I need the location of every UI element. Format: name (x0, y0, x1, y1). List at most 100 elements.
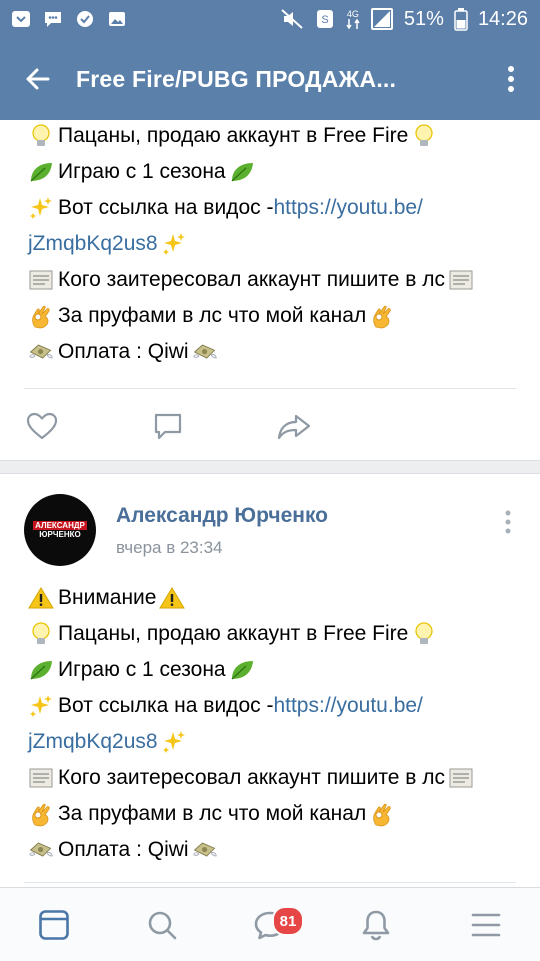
sim-icon (370, 7, 394, 31)
warning-emoji-icon (159, 585, 186, 611)
scroll-emoji-icon (448, 765, 474, 791)
post-line-text: Вот ссылка на видос - (58, 694, 274, 717)
post-line: Кого заитересовал аккаунт пишите в лс (28, 262, 474, 298)
post-line-text: Внимание (58, 586, 157, 609)
post-line: Играю с 1 сезона (28, 154, 474, 190)
money-emoji-icon (192, 837, 218, 863)
nav-news[interactable] (14, 888, 94, 961)
post-text: Внимание Пацаны, продаю аккаунт в Free Fi… (0, 580, 474, 868)
bottom-navigation: 81 (0, 887, 540, 961)
heart-icon (26, 412, 58, 440)
comment-button[interactable] (138, 394, 198, 458)
post-line: Оплата : Qiwi (28, 334, 474, 370)
signal-icon: 4G (346, 8, 360, 29)
bulb-emoji-icon (411, 123, 437, 149)
post-line-text: За пруфами в лс что мой канал (58, 802, 367, 825)
like-button[interactable] (12, 394, 72, 458)
avatar-logo-line2: ЮРЧЕНКО (39, 530, 81, 539)
svg-text:S: S (321, 14, 328, 26)
ok-hand-emoji-icon (369, 303, 395, 329)
post-date[interactable]: вчера в 23:34 (116, 538, 223, 558)
video-link[interactable]: https://youtu.be/ (273, 694, 422, 718)
more-vertical-icon (505, 510, 511, 534)
post-line-text: Играю с 1 сезона (58, 658, 226, 681)
battery-icon (454, 7, 468, 31)
post-actions (0, 394, 540, 458)
unread-badge: 81 (272, 906, 304, 936)
scroll-emoji-icon (28, 765, 54, 791)
bulb-emoji-icon (28, 621, 54, 647)
notifications-icon (362, 910, 390, 940)
post-line-text: Играю с 1 сезона (58, 160, 226, 183)
nav-menu[interactable] (446, 888, 526, 961)
search-icon (148, 911, 177, 939)
back-button[interactable] (0, 38, 76, 120)
post-menu-button[interactable] (496, 502, 520, 542)
post-line-text: Пацаны, продаю аккаунт в Free Fire (58, 124, 409, 147)
post-line: Играю с 1 сезона (28, 652, 474, 688)
post-line: Кого заитересовал аккаунт пишите в лс (28, 760, 474, 796)
post-line-text: Оплата : Qiwi (58, 838, 189, 861)
nav-search[interactable] (122, 888, 202, 961)
post-line: Оплата : Qiwi (28, 832, 474, 868)
sparkles-emoji-icon (28, 195, 54, 221)
share-icon (277, 414, 311, 440)
bulb-emoji-icon (28, 123, 54, 149)
clock: 14:26 (477, 7, 528, 30)
sparkles-emoji-icon (28, 693, 54, 719)
money-emoji-icon (28, 837, 54, 863)
post-line: Вот ссылка на видос - https://youtu.be/ (28, 688, 474, 724)
post-text: Пацаны, продаю аккаунт в Free Fire Играю … (0, 120, 474, 370)
status-bar-left (10, 8, 128, 30)
sparkles-emoji-icon (161, 231, 187, 257)
mute-icon (280, 8, 304, 30)
nav-messages[interactable]: 81 (230, 888, 310, 961)
post-line-text: Кого заитересовал аккаунт пишите в лс (58, 268, 446, 291)
page-title: Free Fire/PUBG ПРОДАЖА... (76, 65, 397, 92)
author-name[interactable]: Александр Юрченко (116, 504, 328, 528)
arrow-left-icon (26, 68, 50, 90)
post-line: Вот ссылка на видос - https://youtu.be/ (28, 190, 474, 226)
post-line-text: За пруфами в лс что мой канал (58, 304, 367, 327)
post-separator (0, 460, 540, 474)
post-line-text: Вот ссылка на видос - (58, 196, 274, 219)
avatar[interactable]: АЛЕКСАНДР ЮРЧЕНКО (24, 494, 96, 566)
leaf-emoji-icon (28, 657, 54, 683)
news-icon (39, 909, 69, 940)
post-line: Пацаны, продаю аккаунт в Free Fire (28, 616, 474, 652)
post-line-text: Оплата : Qiwi (58, 340, 189, 363)
menu-icon (471, 913, 501, 936)
post-line: За пруфами в лс что мой канал (28, 298, 474, 334)
network-type: 4G (346, 8, 359, 19)
post-line-text: Кого заитересовал аккаунт пишите в лс (58, 766, 446, 789)
sparkles-emoji-icon (161, 729, 187, 755)
bulb-emoji-icon (411, 621, 437, 647)
post-line: Внимание (28, 580, 474, 616)
gallery-icon (106, 8, 128, 30)
avatar-logo-line1: АЛЕКСАНДР (33, 521, 87, 530)
post-line: jZmqbKq2us8 (28, 724, 474, 760)
ok-hand-emoji-icon (369, 801, 395, 827)
app-bar: Free Fire/PUBG ПРОДАЖА... (0, 38, 540, 120)
comment-icon (154, 413, 182, 440)
scroll-emoji-icon (448, 267, 474, 293)
notification-icon (10, 8, 32, 30)
leaf-emoji-icon (229, 159, 255, 185)
post-line: Пацаны, продаю аккаунт в Free Fire (28, 120, 474, 154)
message-icon (42, 8, 64, 30)
nav-notifications[interactable] (336, 888, 416, 961)
ok-hand-emoji-icon (28, 303, 54, 329)
money-emoji-icon (28, 339, 54, 365)
status-bar-right: S 4G 51% 14:26 (280, 7, 528, 31)
more-options-button[interactable] (482, 38, 540, 120)
feed[interactable]: Пацаны, продаю аккаунт в Free Fire Играю … (0, 120, 540, 887)
share-button[interactable] (264, 394, 324, 458)
battery-percent: 51% (403, 7, 444, 30)
video-link[interactable]: jZmqbKq2us8 (28, 232, 158, 256)
video-link[interactable]: jZmqbKq2us8 (28, 730, 158, 754)
divider (24, 882, 516, 883)
divider (24, 388, 516, 389)
app-icon (74, 8, 96, 30)
post-line: jZmqbKq2us8 (28, 226, 474, 262)
video-link[interactable]: https://youtu.be/ (273, 196, 422, 220)
